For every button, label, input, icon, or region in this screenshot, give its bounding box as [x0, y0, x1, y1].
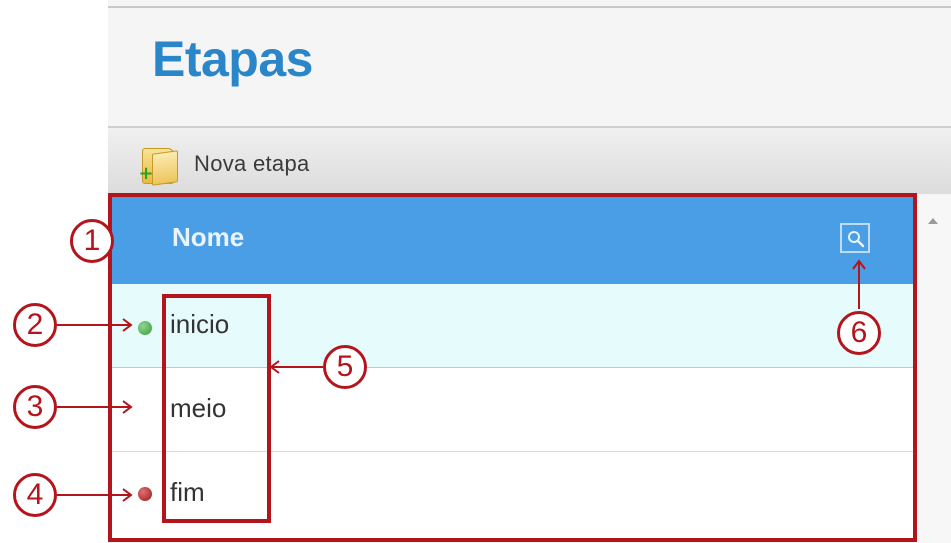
- callout-6: 6: [837, 311, 881, 355]
- callout-2: 2: [13, 303, 57, 347]
- annotation-arrows: [57, 259, 866, 502]
- callout-1: 1: [70, 219, 114, 263]
- callout-3: 3: [13, 385, 57, 429]
- callout-4: 4: [13, 473, 57, 517]
- callout-5: 5: [323, 345, 367, 389]
